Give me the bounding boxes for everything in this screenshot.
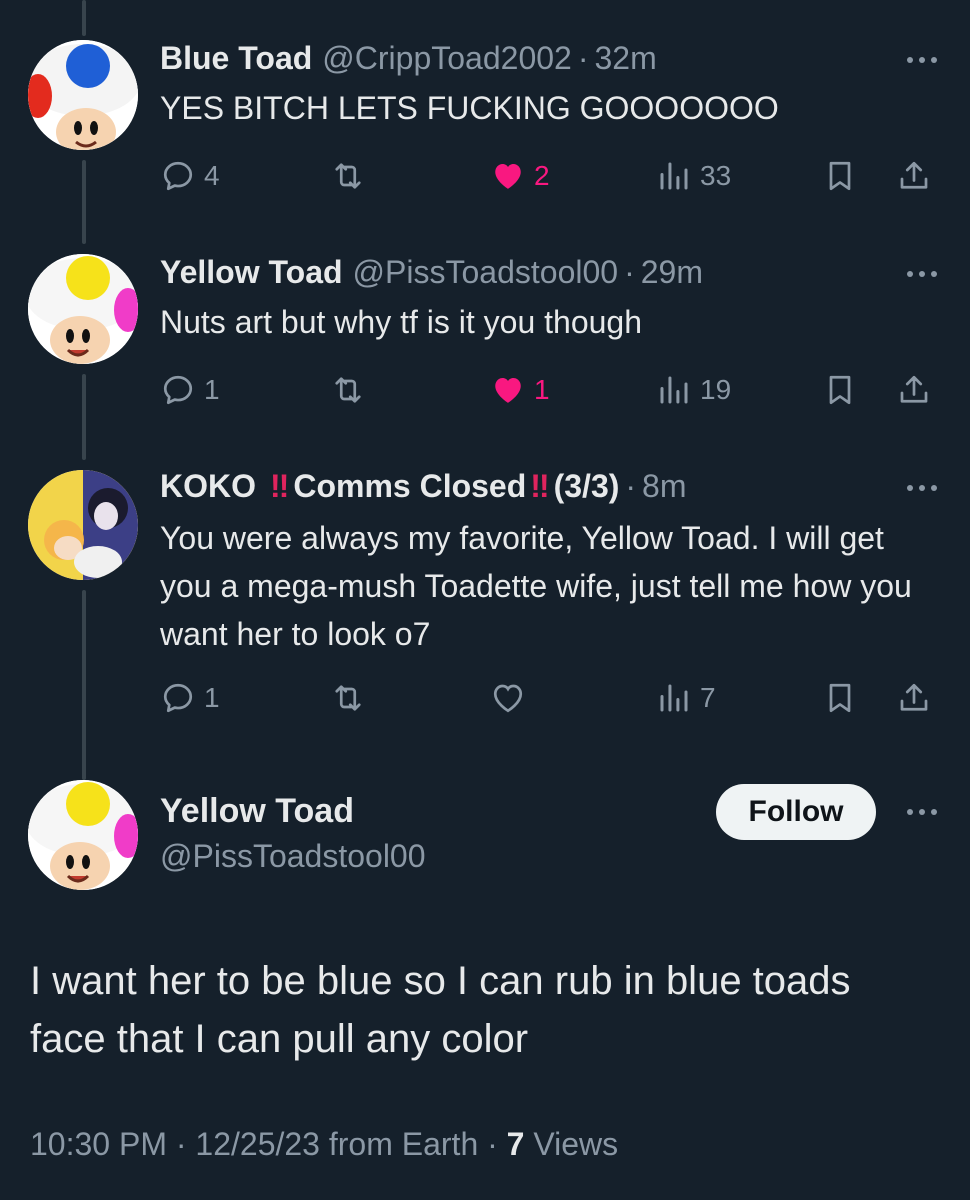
- share-icon: [900, 375, 928, 403]
- display-name-part[interactable]: Comms Closed: [293, 468, 526, 505]
- separator-dot: ·: [175, 1126, 187, 1162]
- views-icon: [660, 684, 688, 712]
- separator-dot: ·: [625, 468, 637, 504]
- post-source: from Earth: [328, 1126, 479, 1162]
- action-bar: 1 7: [160, 676, 940, 720]
- user-handle[interactable]: @PissToadstool00: [160, 838, 426, 875]
- avatar[interactable]: [28, 254, 138, 364]
- bookmark-button[interactable]: [822, 154, 866, 198]
- reply-icon: [163, 161, 193, 191]
- action-bar: 4 2 33: [160, 154, 940, 198]
- reply-button[interactable]: 1: [160, 676, 220, 720]
- avatar[interactable]: [28, 780, 138, 890]
- like-count: 1: [534, 374, 550, 405]
- share-icon: [900, 161, 928, 189]
- reply-count: 1: [204, 682, 220, 713]
- retweet-icon: [335, 377, 361, 403]
- reply-button[interactable]: 1: [160, 368, 220, 412]
- thread-line: [82, 374, 86, 460]
- bookmark-button[interactable]: [822, 368, 866, 412]
- retweet-button[interactable]: [330, 676, 374, 720]
- share-icon: [900, 683, 928, 711]
- post-time[interactable]: 10:30 PM: [30, 1126, 167, 1162]
- heart-icon: [495, 164, 521, 189]
- display-name-part[interactable]: KOKO: [160, 468, 256, 505]
- display-name[interactable]: Blue Toad: [160, 40, 312, 77]
- views-label: Views: [533, 1126, 619, 1162]
- more-icon[interactable]: [904, 794, 940, 830]
- like-button[interactable]: 1: [490, 368, 550, 412]
- views-icon: [660, 162, 688, 190]
- like-count: 2: [534, 160, 550, 191]
- avatar[interactable]: [28, 470, 138, 580]
- tweet-text: YES BITCH LETS FUCKING GOOOOOOO: [160, 90, 779, 126]
- reply-icon: [163, 683, 193, 713]
- separator-dot: ·: [487, 1126, 498, 1162]
- reply-count: 1: [204, 374, 220, 405]
- separator-dot: ·: [624, 254, 635, 290]
- reply-count: 4: [204, 160, 220, 191]
- follow-button[interactable]: Follow: [716, 784, 876, 840]
- heart-icon: [493, 684, 523, 713]
- share-button[interactable]: [896, 676, 940, 720]
- thread-line: [82, 0, 86, 36]
- views-button[interactable]: 7: [656, 676, 716, 720]
- more-icon[interactable]: [904, 42, 940, 78]
- views-count: 19: [700, 374, 732, 405]
- retweet-icon: [335, 163, 361, 189]
- views-button[interactable]: 19: [656, 368, 731, 412]
- retweet-icon: [335, 685, 361, 711]
- double-exclamation-emoji: ‼: [530, 468, 550, 504]
- reply-button[interactable]: 4: [160, 154, 220, 198]
- views-count: 7: [506, 1126, 525, 1162]
- tweet-meta: 10:30 PM · 12/25/23 from Earth · 7 Views: [30, 1126, 618, 1163]
- avatar[interactable]: [28, 40, 138, 150]
- tweet-text: Nuts art but why tf is it you though: [160, 304, 643, 340]
- separator-dot: ·: [577, 40, 589, 76]
- retweet-button[interactable]: [330, 154, 374, 198]
- bookmark-icon: [829, 375, 851, 405]
- user-handle[interactable]: @CrippToad2002: [322, 40, 572, 77]
- display-name[interactable]: Yellow Toad: [160, 254, 343, 291]
- bookmark-icon: [829, 161, 851, 191]
- post-date[interactable]: 12/25/23: [195, 1126, 320, 1162]
- display-name-part[interactable]: (3/3): [554, 468, 620, 505]
- reply-icon: [163, 375, 193, 405]
- tweet-text: I want her to be blue so I can rub in bl…: [30, 959, 851, 1061]
- timestamp[interactable]: 32m: [594, 40, 656, 77]
- display-name[interactable]: Yellow Toad: [160, 792, 354, 831]
- timestamp[interactable]: 8m: [642, 468, 686, 505]
- timestamp[interactable]: 29m: [641, 254, 703, 291]
- heart-icon: [495, 378, 521, 403]
- retweet-button[interactable]: [330, 368, 374, 412]
- more-icon[interactable]: [904, 256, 940, 292]
- more-icon[interactable]: [904, 470, 940, 506]
- views-button[interactable]: 33: [656, 154, 731, 198]
- views-icon: [660, 376, 688, 404]
- share-button[interactable]: [896, 154, 940, 198]
- action-bar: 1 1 19: [160, 368, 940, 412]
- like-button[interactable]: [490, 676, 534, 720]
- share-button[interactable]: [896, 368, 940, 412]
- bookmark-icon: [829, 683, 851, 713]
- double-exclamation-emoji: ‼: [270, 468, 290, 504]
- thread-line: [82, 590, 86, 780]
- views-count: 33: [700, 160, 732, 191]
- user-handle[interactable]: @PissToadstool00: [353, 254, 619, 291]
- views-count: 7: [700, 682, 716, 713]
- like-button[interactable]: 2: [490, 154, 550, 198]
- thread-line: [82, 160, 86, 244]
- tweet-text: You were always my favorite, Yellow Toad…: [160, 520, 912, 652]
- bookmark-button[interactable]: [822, 676, 866, 720]
